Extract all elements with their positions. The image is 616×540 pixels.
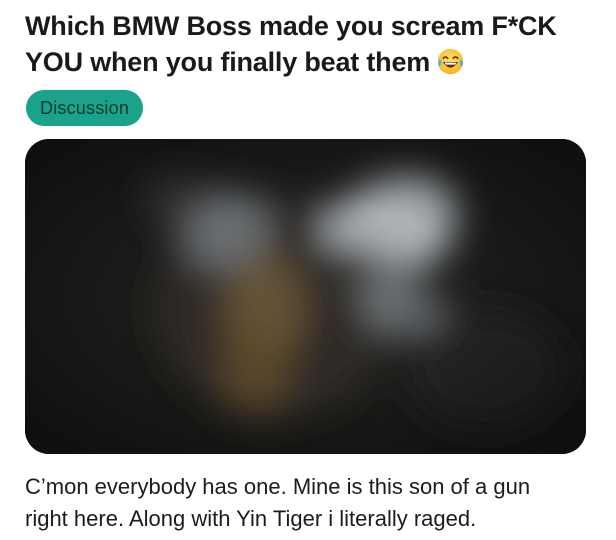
post-card[interactable]: Which BMW Boss made you scream F*CK YOU … [0, 0, 616, 540]
post-body-line-2: right here. Along with Yin Tiger i liter… [25, 506, 477, 531]
post-title-line-2: YOU when you finally beat them [25, 44, 595, 80]
post-body[interactable]: C’mon everybody has one. Mine is this so… [25, 471, 605, 535]
post-title-line-1: Which BMW Boss made you scream F*CK [25, 11, 557, 41]
post-media[interactable] [25, 139, 586, 454]
post-title-line-2-text: YOU when you finally beat them [25, 47, 431, 77]
post-title[interactable]: Which BMW Boss made you scream F*CK YOU … [25, 8, 595, 80]
tears-of-joy-emoji-icon [437, 48, 464, 75]
blurred-image-icon [25, 139, 586, 454]
flair-label: Discussion [40, 97, 130, 118]
post-body-line-1: C’mon everybody has one. Mine is this so… [25, 474, 531, 499]
flair-badge[interactable]: Discussion [26, 90, 144, 126]
